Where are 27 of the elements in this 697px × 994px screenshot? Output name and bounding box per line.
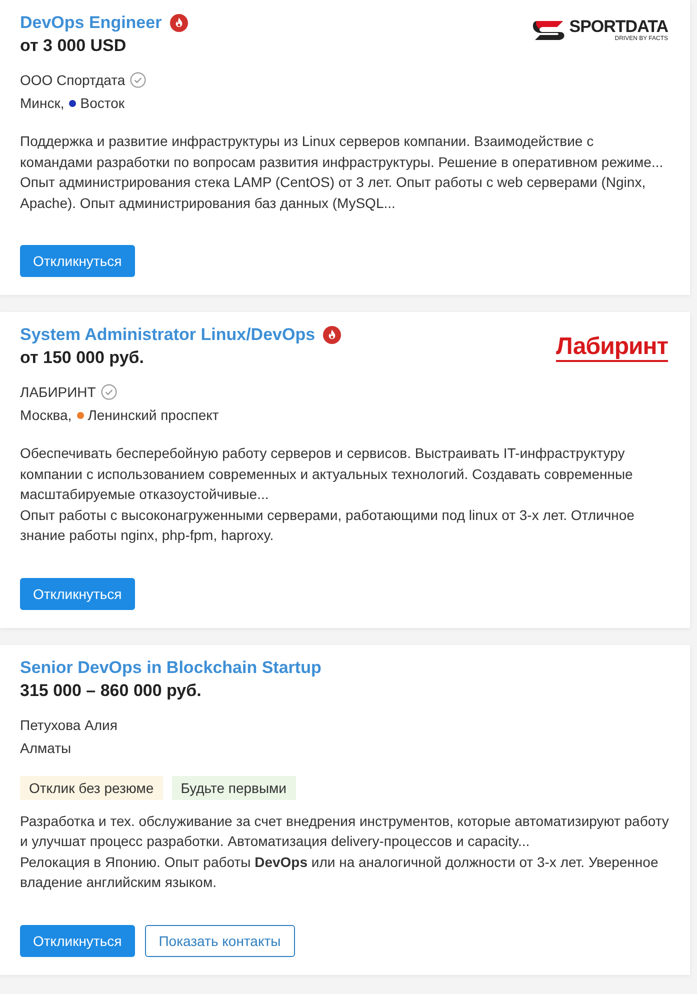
vacancy-title[interactable]: System Administrator Linux/DevOps [20, 324, 316, 346]
company-name[interactable]: ООО Спортдата [20, 70, 126, 90]
vacancy-tag: Будьте первыми [172, 776, 296, 800]
salary: от 150 000 руб. [20, 347, 146, 369]
vacancy-tag: Отклик без резюме [20, 776, 163, 800]
salary: 315 000 – 860 000 руб. [20, 680, 202, 702]
respond-button[interactable]: Откликнуться [20, 578, 135, 610]
metro-station: Ленинский проспект [88, 406, 219, 425]
description-text: Разработка и тех. обслуживание за счет внедрения инструментов, которые автоматизируют работу и улучшат процесс разработки. Автоматизация delivery-процессов и capacity... [20, 812, 670, 851]
city: Москва, [20, 406, 72, 425]
city: Минск, [20, 94, 64, 113]
show-contacts-button[interactable]: Показать контакты [144, 924, 295, 956]
company-name[interactable]: Петухова Алия [20, 714, 118, 734]
vacancy-title[interactable]: DevOps Engineer [20, 12, 162, 34]
metro-station: Восток [80, 94, 125, 113]
salary: от 3 000 USD [20, 35, 128, 57]
company-logo: Лабиринт [556, 334, 668, 362]
description-text: Опыт администрирования стека LAMP (CentOS) от 3 лет. Опыт работы с web серверами (Nginx, Apache). Опыт администрирования баз данных (MySQL... [20, 173, 647, 213]
description-text: Поддержка и развитие инфраструктуры из Linux серверов компании. Взаимодействие с командами разработки по вопросам развития инфраструктуры. Решение в оперативном режиме... [20, 132, 664, 172]
city: Алматы [20, 738, 72, 758]
description-text: Релокация в Японию. Опыт работы DevOps или на аналогичной должности от 3-х лет. Уверенное владение английским языком. [20, 852, 660, 892]
company-name[interactable]: ЛАБИРИНТ [20, 382, 96, 402]
respond-button[interactable]: Откликнуться [20, 924, 135, 956]
respond-button[interactable]: Откликнуться [20, 245, 135, 277]
description-text: Обеспечивать бесперебойную работу серверов и сервисов. Выстраивать IT-инфраструктуру компании с использованием современных и актуальных технологий. Создавать современные масштабируемые отказоустойчивые... [20, 444, 634, 504]
vacancy-title[interactable]: Senior DevOps in Blockchain Startup [20, 656, 322, 678]
description-text: Опыт работы с высоконагруженными серверами, работающими под linux от 3-х лет. Отличное знание работы nginx, php-fpm, haproxy. [20, 506, 636, 545]
